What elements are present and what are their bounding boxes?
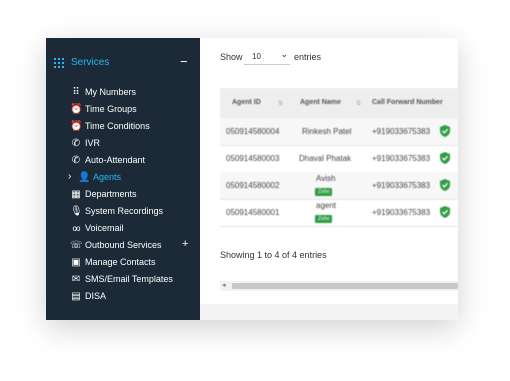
- chevron-right-icon: ›: [68, 171, 72, 182]
- microphone-icon: 🎙: [70, 206, 83, 217]
- show-label: Show: [220, 52, 243, 62]
- sidebar-item-manage-contacts[interactable]: ▣ Manage Contacts: [46, 255, 200, 271]
- agent-name-cell: Dhaval Phatak: [299, 154, 352, 163]
- outbound-call-icon: ☏: [70, 240, 83, 251]
- column-header-agent-name[interactable]: Agent Name ⇅: [300, 99, 361, 107]
- keypad-icon: ▤: [71, 291, 81, 302]
- sidebar-item-time-groups[interactable]: ⏰ Time Groups: [46, 102, 200, 118]
- forward-number-cell: +919033675383: [372, 127, 431, 136]
- sidebar-item-label: System Recordings: [85, 206, 164, 216]
- sidebar-item-label: Auto-Attendant: [85, 155, 146, 165]
- sort-icon: ⇅: [356, 101, 362, 107]
- verified-shield-icon: [440, 125, 450, 137]
- column-header-agent-id[interactable]: Agent ID ⇅: [232, 99, 283, 107]
- alarm-clock-icon: ⏰: [70, 121, 83, 132]
- sidebar-item-label: Time Groups: [85, 104, 137, 114]
- alarm-clock-icon: ⏰: [70, 104, 83, 115]
- app-window: Services − ⠿ My Numbers ⏰ Time Groups ⏰ …: [46, 38, 458, 320]
- sidebar-item-label: Departments: [85, 189, 137, 199]
- verified-shield-icon: [440, 206, 450, 218]
- sidebar-item-time-conditions[interactable]: ⏰ Time Conditions: [46, 119, 200, 135]
- sidebar-item-ivr[interactable]: ✆ IVR: [46, 136, 200, 152]
- sidebar-item-label: Agents: [93, 172, 122, 182]
- agent-id-cell: 050914580003: [226, 154, 280, 163]
- sidebar-item-label: My Numbers: [85, 87, 137, 97]
- contacts-icon: ▣: [71, 257, 81, 268]
- scroll-left-icon[interactable]: ◂: [222, 281, 226, 289]
- agent-id-cell: 050914580002: [226, 181, 280, 190]
- entries-label: entries: [294, 52, 322, 62]
- forward-number-cell: +919033675383: [372, 181, 431, 190]
- zoho-badge: Zoho: [315, 213, 333, 223]
- table-row[interactable]: 050914580002 Avish Zoho +919033675383: [220, 172, 458, 200]
- chevron-down-icon: ⌄: [280, 49, 288, 59]
- horizontal-scrollbar[interactable]: ◂: [220, 281, 458, 291]
- grid-dots-icon: ⠿: [72, 87, 80, 98]
- message-icon: ✉: [71, 274, 81, 285]
- table-row[interactable]: 050914580001 agent Zoho +919033675383: [220, 199, 458, 227]
- phone-icon: ✆: [71, 138, 81, 149]
- forward-number-cell: +919033675383: [372, 154, 431, 163]
- agent-name-cell: Rinkesh Patel: [302, 127, 352, 136]
- agent-id-cell: 050914580004: [226, 127, 280, 136]
- agent-name-cell: Avish: [316, 174, 336, 183]
- sidebar-item-label: Voicemail: [85, 223, 124, 233]
- column-header-call-forward-number[interactable]: Call Forward Number: [372, 99, 443, 106]
- sidebar-item-label: Manage Contacts: [85, 257, 156, 267]
- main-content: Show 10 ⌄ entries Agent ID ⇅ Agent Name ⇅ …: [200, 38, 458, 320]
- forward-number-cell: +919033675383: [372, 208, 431, 217]
- person-icon: 👤: [78, 172, 91, 183]
- sidebar-item-label: IVR: [85, 138, 101, 148]
- sidebar-item-label: SMS/Email Templates: [85, 274, 173, 284]
- sidebar-item-sms-email-templates[interactable]: ✉ SMS/Email Templates: [46, 272, 200, 288]
- sidebar-section-title: Services: [71, 57, 110, 68]
- page-size-select[interactable]: 10 ⌄: [244, 48, 290, 65]
- sidebar-item-voicemail[interactable]: oo Voicemail: [46, 221, 200, 237]
- grid-icon: [54, 58, 64, 68]
- table-info: Showing 1 to 4 of 4 entries: [220, 250, 327, 260]
- table-row[interactable]: 050914580003 Dhaval Phatak +919033675383: [220, 145, 458, 173]
- sidebar-item-auto-attendant[interactable]: ✆ Auto-Attendant: [46, 153, 200, 169]
- sidebar-item-departments[interactable]: ▦ Departments: [46, 187, 200, 203]
- sidebar-item-label: Time Conditions: [85, 121, 150, 131]
- sidebar: Services − ⠿ My Numbers ⏰ Time Groups ⏰ …: [46, 38, 200, 320]
- sidebar-item-my-numbers[interactable]: ⠿ My Numbers: [46, 85, 200, 101]
- phone-forward-icon: ✆: [71, 155, 81, 166]
- sidebar-item-label: Outbound Services: [85, 240, 162, 250]
- sidebar-item-agents[interactable]: › 👤 Agents: [46, 170, 200, 186]
- agent-id-cell: 050914580001: [226, 208, 280, 217]
- verified-shield-icon: [440, 179, 450, 191]
- expand-plus-icon[interactable]: +: [182, 238, 188, 250]
- table-header: Agent ID ⇅ Agent Name ⇅ Call Forward Numbe…: [220, 88, 458, 118]
- sidebar-item-system-recordings[interactable]: 🎙 System Recordings: [46, 204, 200, 220]
- sidebar-item-label: DISA: [85, 291, 107, 301]
- footer-strip: [200, 304, 458, 320]
- verified-shield-icon: [440, 152, 450, 164]
- sort-icon: ⇅: [278, 101, 284, 107]
- zoho-badge: Zoho: [315, 186, 333, 196]
- sidebar-section-services[interactable]: Services −: [46, 53, 200, 75]
- building-icon: ▦: [71, 189, 81, 200]
- sidebar-item-disa[interactable]: ▤ DISA: [46, 289, 200, 305]
- page-size-value: 10: [252, 52, 261, 61]
- scrollbar-thumb[interactable]: [232, 283, 458, 289]
- sidebar-item-outbound-services[interactable]: ☏ Outbound Services +: [46, 238, 200, 254]
- page-size-control: Show 10 ⌄ entries: [220, 49, 321, 65]
- agent-name-cell: agent: [316, 201, 337, 210]
- collapse-icon[interactable]: −: [180, 54, 188, 69]
- table-row[interactable]: 050914580004 Rinkesh Patel +919033675383: [220, 118, 458, 146]
- voicemail-icon: oo: [72, 224, 81, 233]
